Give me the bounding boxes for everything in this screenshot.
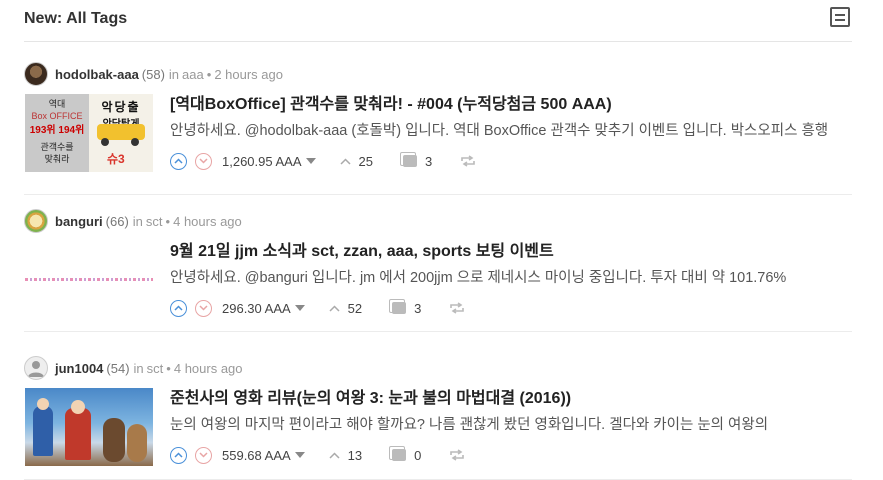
payout-value[interactable]: 296.30 AAA — [222, 301, 291, 316]
votes-number: 25 — [358, 153, 373, 169]
post-title-link[interactable]: [역대BoxOffice] 관객수를 맞춰라! - #004 (누적당첨금 50… — [170, 94, 852, 116]
post-thumbnail[interactable] — [25, 388, 153, 466]
post-time[interactable]: 2 hours ago — [214, 67, 283, 82]
page-title: New: All Tags — [24, 10, 128, 27]
post-divider — [24, 194, 852, 195]
votes-count[interactable]: 13 — [329, 448, 362, 463]
chevron-up-icon — [339, 157, 351, 165]
post-footer: 296.30 AAA 52 3 — [170, 296, 852, 320]
thumb-line: 악당출 — [101, 100, 141, 114]
author-reputation: (66) — [105, 213, 129, 229]
chevron-up-icon — [174, 452, 183, 458]
post-item: banguri (66) in sct • 4 hours ago 9월 21일… — [24, 209, 852, 332]
chevron-up-icon — [329, 451, 340, 459]
comments-link[interactable]: 3 — [399, 152, 433, 169]
thumb-line: 관객수를 — [40, 142, 74, 152]
thumb-line: 역대 — [48, 99, 66, 109]
comments-link[interactable]: 0 — [389, 446, 422, 463]
chevron-up-icon — [329, 304, 340, 312]
list-view-toggle-icon[interactable] — [830, 7, 850, 27]
author-link[interactable]: hodolbak-aaa — [55, 67, 139, 82]
post-time[interactable]: 4 hours ago — [173, 214, 242, 229]
comments-link[interactable]: 3 — [389, 299, 422, 316]
post-meta: banguri (66) in sct • 4 hours ago — [24, 209, 242, 233]
avatar[interactable] — [24, 209, 48, 233]
payout-dropdown-icon[interactable] — [294, 452, 305, 458]
post-thumbnail[interactable]: 역대 Box OFFICE 193위 194위 관객수를 맞춰라 악당출 악당탑… — [25, 94, 153, 172]
chevron-up-icon — [174, 158, 183, 164]
reblog-button[interactable] — [449, 449, 465, 461]
payout-value[interactable]: 559.68 AAA — [222, 448, 291, 463]
post-excerpt[interactable]: 안녕하세요. @hodolbak-aaa (호돌박) 입니다. 역대 BoxOf… — [170, 121, 852, 141]
downvote-button[interactable] — [195, 299, 212, 317]
reblog-icon — [450, 449, 465, 461]
post-meta: hodolbak-aaa (58) in aaa • 2 hours ago — [24, 62, 283, 86]
comments-number: 3 — [414, 300, 422, 316]
user-icon — [28, 361, 44, 377]
payout-value[interactable]: 1,260.95 AAA — [222, 154, 302, 169]
author-reputation: (54) — [106, 360, 130, 376]
post-title-link[interactable]: 9월 21일 jjm 소식과 sct, zzan, aaa, sports 보팅… — [170, 241, 852, 263]
downvote-button[interactable] — [195, 446, 212, 464]
upvote-button[interactable] — [170, 299, 187, 317]
author-link[interactable]: jun1004 — [55, 361, 103, 376]
page-header: New: All Tags — [24, 0, 852, 42]
post-title-link[interactable]: 준천사의 영화 리뷰(눈의 여왕 3: 눈과 불의 마법대결 (2016)) — [170, 388, 852, 410]
upvote-button[interactable] — [170, 152, 187, 170]
votes-count[interactable]: 25 — [339, 153, 373, 169]
chevron-down-icon — [199, 158, 208, 164]
reblog-icon — [450, 302, 465, 314]
in-label: in — [132, 213, 143, 229]
thumb-line: 맞춰라 — [44, 154, 70, 164]
category-link[interactable]: aaa — [182, 67, 204, 82]
upvote-button[interactable] — [170, 446, 187, 464]
avatar[interactable] — [24, 62, 48, 86]
post-item: hodolbak-aaa (58) in aaa • 2 hours ago 역… — [24, 62, 852, 195]
post-time[interactable]: 4 hours ago — [174, 361, 243, 376]
post-meta: jun1004 (54) in sct • 4 hours ago — [24, 356, 243, 380]
post-item: jun1004 (54) in sct • 4 hours ago 준천사의 영… — [24, 356, 852, 480]
reblog-icon — [461, 155, 476, 167]
chevron-down-icon — [199, 452, 208, 458]
votes-count[interactable]: 52 — [329, 301, 362, 316]
comment-icon — [399, 152, 417, 167]
votes-number: 13 — [347, 447, 363, 463]
post-footer: 559.68 AAA 13 0 — [170, 443, 852, 467]
post-excerpt[interactable]: 안녕하세요. @banguri 입니다. jm 에서 200jjm 으로 제네시… — [170, 268, 852, 288]
author-reputation: (58) — [141, 66, 165, 82]
downvote-button[interactable] — [195, 152, 212, 170]
reblog-button[interactable] — [449, 302, 465, 314]
chevron-up-icon — [174, 305, 183, 311]
post-footer: 1,260.95 AAA 25 3 — [170, 149, 852, 173]
payout-dropdown-icon[interactable] — [294, 305, 305, 311]
in-label: in — [133, 360, 144, 376]
payout-dropdown-icon[interactable] — [305, 158, 316, 164]
author-link[interactable]: banguri — [55, 214, 103, 229]
post-thumbnail[interactable] — [25, 241, 153, 319]
reblog-button[interactable] — [460, 155, 476, 167]
votes-number: 52 — [347, 300, 363, 316]
chevron-down-icon — [199, 305, 208, 311]
comments-number: 0 — [414, 447, 422, 463]
comment-icon — [389, 446, 407, 461]
category-link[interactable]: sct — [146, 214, 163, 229]
in-label: in — [168, 66, 180, 82]
thumb-line: Box OFFICE — [31, 111, 83, 121]
comment-icon — [389, 299, 407, 314]
thumb-line: 193위 194위 — [29, 125, 85, 136]
comments-number: 3 — [424, 153, 433, 169]
avatar[interactable] — [24, 356, 48, 380]
category-link[interactable]: sct — [147, 361, 164, 376]
thumb-line: 슈3 — [107, 152, 125, 166]
post-excerpt[interactable]: 눈의 여왕의 마지막 편이라고 해야 할까요? 나름 괜찮게 봤던 영화입니다.… — [170, 415, 852, 435]
post-divider — [24, 331, 852, 332]
